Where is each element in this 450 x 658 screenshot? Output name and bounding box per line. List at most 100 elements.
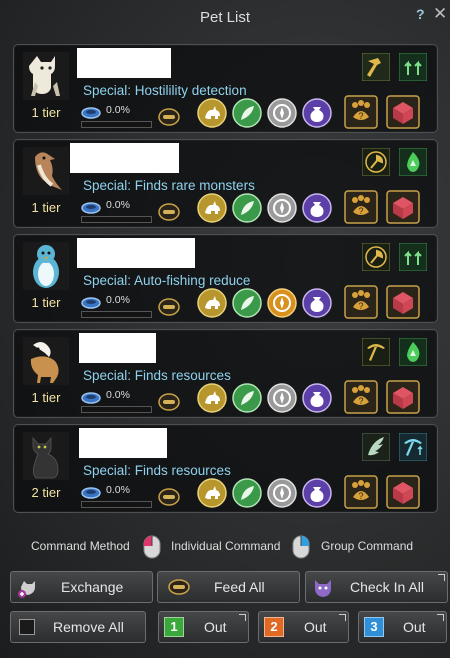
out-slot-2-button[interactable]: 2 Out xyxy=(258,611,349,643)
out-1-label: Out xyxy=(204,619,227,635)
exchange-button[interactable]: Exchange xyxy=(10,571,153,603)
feed-pet-icon[interactable] xyxy=(158,203,180,221)
pet-name-redacted xyxy=(77,238,195,268)
corner-marker xyxy=(438,574,445,581)
hunger-bar xyxy=(81,311,152,318)
arrows-up-skill-icon xyxy=(399,53,427,81)
compass-command-icon[interactable] xyxy=(267,193,297,223)
pouch-command-icon[interactable] xyxy=(302,98,332,128)
feed-all-button[interactable]: Feed All xyxy=(157,571,300,603)
out-slot-3-button[interactable]: 3 Out xyxy=(358,611,447,643)
pet-info-icon[interactable]: ? xyxy=(344,95,378,129)
remove-all-checkbox[interactable] xyxy=(19,619,35,635)
pet-seal-icon[interactable] xyxy=(386,190,420,224)
remove-all-button[interactable]: Remove All xyxy=(10,611,146,643)
pet-info-icon[interactable]: ? xyxy=(344,380,378,414)
pet-card-3[interactable]: 1 tier Special: Finds resources 0.0% ? xyxy=(13,329,438,418)
axe-skill-icon xyxy=(362,243,390,271)
compass-command-icon[interactable] xyxy=(267,98,297,128)
pet-card-4[interactable]: 2 tier Special: Finds resources 0.0% ? xyxy=(13,424,438,513)
command-method-row: Command Method Individual Command Group … xyxy=(0,535,450,559)
pouch-command-icon[interactable] xyxy=(302,193,332,223)
cat-command-icon[interactable] xyxy=(197,383,227,413)
pet-special: Special: Finds rare monsters xyxy=(83,178,255,193)
feather-command-icon[interactable] xyxy=(232,193,262,223)
svg-text:?: ? xyxy=(358,206,363,216)
feed-pet-icon[interactable] xyxy=(158,393,180,411)
pet-tier: 1 tier xyxy=(31,200,61,215)
hunger-bar xyxy=(81,216,152,223)
feather-command-icon[interactable] xyxy=(232,383,262,413)
pouch-command-icon[interactable] xyxy=(302,383,332,413)
pet-special: Special: Auto-fishing reduce xyxy=(83,273,251,288)
cat-command-icon[interactable] xyxy=(197,478,227,508)
penguin-portrait-icon[interactable] xyxy=(23,242,69,290)
pet-name-redacted xyxy=(79,333,156,363)
wing-skill-icon xyxy=(362,433,390,461)
compass-command-icon[interactable] xyxy=(267,383,297,413)
pet-tier: 1 tier xyxy=(31,390,61,405)
hammer-skill-icon xyxy=(362,53,390,81)
feather-command-icon[interactable] xyxy=(232,288,262,318)
close-button[interactable]: ✕ xyxy=(433,4,447,24)
feed-pet-icon[interactable] xyxy=(158,108,180,126)
cat-command-icon[interactable] xyxy=(197,98,227,128)
compass-command-active-icon[interactable] xyxy=(267,288,297,318)
pet-special: Special: Hostilility detection xyxy=(83,83,247,98)
exchange-pet-icon xyxy=(18,581,35,598)
hunger-bar xyxy=(81,501,152,508)
pet-card-2[interactable]: 1 tier Special: Auto-fishing reduce 0.0%… xyxy=(13,234,438,323)
group-command-label: Group Command xyxy=(321,539,414,553)
cat-command-icon[interactable] xyxy=(197,288,227,318)
feather-command-icon[interactable] xyxy=(232,98,262,128)
food-bowl-icon xyxy=(81,202,101,214)
alpaca-portrait-icon[interactable] xyxy=(23,52,69,100)
pet-card-1[interactable]: 1 tier Special: Finds rare monsters 0.0%… xyxy=(13,139,438,228)
pet-seal-icon[interactable] xyxy=(386,95,420,129)
green-flame-skill-icon xyxy=(399,148,427,176)
black-cat-portrait-icon[interactable] xyxy=(23,432,69,480)
check-in-all-label: Check In All xyxy=(350,579,424,595)
check-in-pet-icon xyxy=(315,580,331,597)
pouch-command-icon[interactable] xyxy=(302,478,332,508)
pet-info-icon[interactable]: ? xyxy=(344,190,378,224)
feed-all-label: Feed All xyxy=(214,579,265,595)
pet-special: Special: Finds resources xyxy=(83,463,231,478)
command-method-label: Command Method xyxy=(31,539,130,553)
cat-command-icon[interactable] xyxy=(197,193,227,223)
feather-command-icon[interactable] xyxy=(232,478,262,508)
pet-card-0[interactable]: 1 tier Special: Hostilility detection 0.… xyxy=(13,44,438,133)
pet-tier: 1 tier xyxy=(31,105,61,120)
pet-seal-icon[interactable] xyxy=(386,285,420,319)
out-3-label: Out xyxy=(403,619,426,635)
food-bowl-icon xyxy=(81,392,101,404)
green-flame-skill-icon xyxy=(399,338,427,366)
pet-name-redacted xyxy=(79,428,167,458)
svg-text:?: ? xyxy=(358,396,363,406)
svg-text:?: ? xyxy=(358,491,363,501)
hawk-portrait-icon[interactable] xyxy=(23,147,69,195)
hunger-percent: 0.0% xyxy=(106,199,130,211)
svg-text:?: ? xyxy=(358,111,363,121)
left-mouse-icon xyxy=(143,535,161,559)
pet-info-icon[interactable]: ? xyxy=(344,475,378,509)
pet-tier: 1 tier xyxy=(31,295,61,310)
hunger-percent: 0.0% xyxy=(106,104,130,116)
feed-pet-icon[interactable] xyxy=(158,298,180,316)
pouch-command-icon[interactable] xyxy=(302,288,332,318)
out-2-label: Out xyxy=(304,619,327,635)
out-slot-1-button[interactable]: 1 Out xyxy=(158,611,249,643)
pet-seal-icon[interactable] xyxy=(386,380,420,414)
pet-tier: 2 tier xyxy=(31,485,61,500)
pet-info-icon[interactable]: ? xyxy=(344,285,378,319)
help-button[interactable]: ? xyxy=(416,6,425,22)
arrows-up-skill-icon xyxy=(399,243,427,271)
hunger-percent: 0.0% xyxy=(106,389,130,401)
pet-seal-icon[interactable] xyxy=(386,475,420,509)
slot-3-badge: 3 xyxy=(364,617,384,637)
griffon-portrait-icon[interactable] xyxy=(23,337,69,385)
feed-pet-icon[interactable] xyxy=(158,488,180,506)
check-in-all-button[interactable]: Check In All xyxy=(305,571,448,603)
pet-name-redacted xyxy=(70,143,179,173)
compass-command-icon[interactable] xyxy=(267,478,297,508)
